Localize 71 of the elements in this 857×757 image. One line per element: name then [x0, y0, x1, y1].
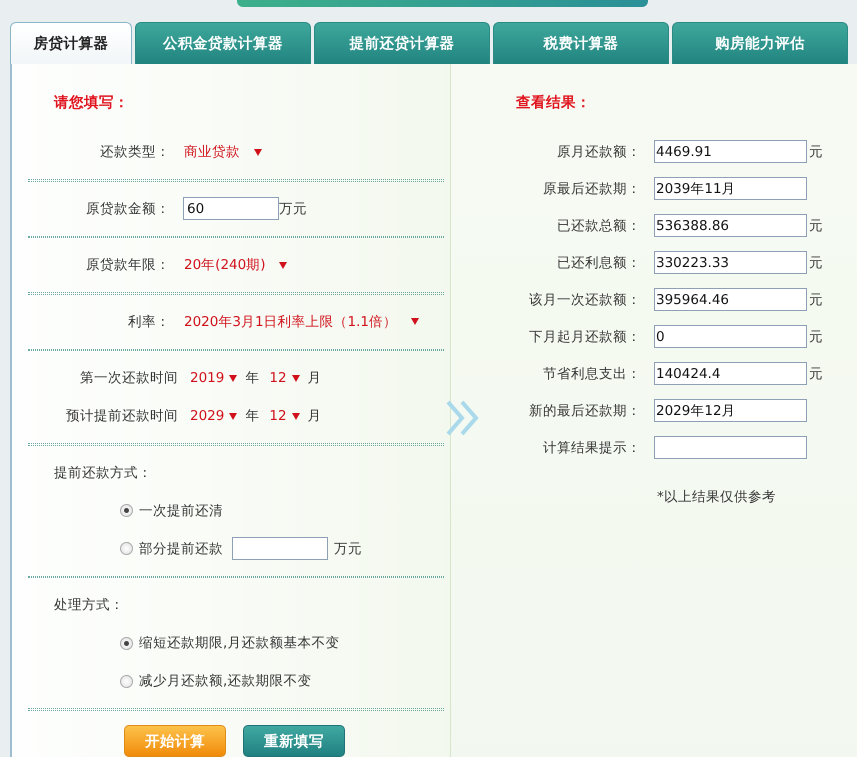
disclaimer-note: *以上结果仅供参考: [657, 488, 777, 506]
tab[interactable]: 购房能力评估: [672, 22, 848, 64]
unit-label: 月: [308, 407, 322, 426]
section-heading: 查看结果：: [516, 94, 592, 113]
unit-label: 万元: [279, 200, 307, 218]
dropdown[interactable]: 20年(240期): [184, 256, 288, 274]
unit-label: 年: [245, 407, 260, 426]
field-label: 还款类型：: [99, 143, 171, 161]
dropdown-arrow-icon[interactable]: [279, 262, 288, 269]
input-field[interactable]: [232, 537, 328, 560]
section-label: 提前还款方式：: [54, 464, 152, 482]
result-field[interactable]: 330223.33: [654, 251, 807, 274]
reset-button[interactable]: 重新填写: [243, 725, 345, 757]
radio-button[interactable]: [120, 674, 133, 688]
result-label: 该月一次还款额：: [528, 290, 642, 308]
dropdown-arrow-icon[interactable]: [411, 318, 420, 326]
dropdown-arrow-icon[interactable]: [229, 412, 238, 420]
result-label: 已还款总额：: [556, 216, 642, 234]
tab[interactable]: 公积金贷款计算器: [135, 22, 311, 64]
unit-label: 元: [809, 290, 823, 308]
unit-label: 元: [809, 328, 823, 346]
option-label: 一次提前还清: [139, 502, 223, 520]
result-field[interactable]: 536388.86: [654, 214, 807, 237]
dropdown[interactable]: 2020年3月1日利率上限（1.1倍）: [184, 312, 420, 331]
result-label: 节省利息支出：: [542, 364, 642, 382]
option-label: 部分提前还款: [139, 540, 223, 558]
dropdown-arrow-icon[interactable]: [292, 374, 300, 382]
year-dropdown[interactable]: 2019: [190, 370, 238, 386]
result-field[interactable]: 4469.91: [654, 140, 807, 163]
year-dropdown[interactable]: 2029: [190, 408, 238, 424]
month-dropdown[interactable]: 12: [269, 408, 300, 424]
dropdown-arrow-icon[interactable]: [229, 374, 238, 382]
unit-label: 月: [308, 369, 322, 388]
dropdown-arrow-icon[interactable]: [254, 148, 262, 156]
result-label: 已还利息额：: [556, 254, 642, 272]
field-label: 预计提前还款时间: [65, 407, 179, 426]
tab[interactable]: 提前还贷计算器: [314, 22, 490, 64]
field-label: 利率：: [127, 312, 171, 331]
input-field[interactable]: 60: [183, 197, 279, 220]
unit-label: 元: [809, 216, 823, 234]
result-field[interactable]: 2029年12月: [654, 399, 807, 422]
result-field[interactable]: 2039年11月: [654, 177, 807, 200]
result-label: 原最后还款期：: [542, 180, 642, 198]
result-label: 原月还款额：: [556, 142, 642, 160]
unit-label: 年: [245, 369, 260, 388]
tab[interactable]: 税费计算器: [493, 22, 669, 64]
unit-label: 元: [809, 254, 823, 272]
result-field[interactable]: 140424.4: [654, 362, 807, 385]
unit-label: 万元: [334, 540, 362, 558]
field-label: 原贷款年限：: [85, 256, 171, 274]
option-label: 缩短还款期限,月还款额基本不变: [139, 634, 340, 652]
tab[interactable]: 房贷计算器: [10, 22, 132, 64]
section-label: 处理方式：: [54, 596, 124, 614]
result-field[interactable]: 395964.46: [654, 288, 807, 311]
radio-button[interactable]: [120, 504, 133, 518]
result-label: 计算结果提示：: [542, 438, 642, 456]
unit-label: 元: [809, 142, 823, 160]
section-heading: 请您填写：: [54, 94, 130, 113]
field-label: 第一次还款时间: [79, 369, 179, 388]
result-label: 新的最后还款期：: [528, 402, 642, 420]
field-label: 原贷款金额：: [85, 200, 171, 218]
result-field[interactable]: [654, 436, 807, 459]
result-label: 下月起月还款额：: [528, 328, 642, 346]
radio-button[interactable]: [120, 542, 133, 556]
dropdown[interactable]: 商业贷款: [184, 143, 262, 161]
month-dropdown[interactable]: 12: [269, 370, 300, 386]
option-label: 减少月还款额,还款期限不变: [139, 672, 312, 690]
result-field[interactable]: 0: [654, 325, 807, 348]
unit-label: 元: [809, 364, 823, 382]
radio-button[interactable]: [120, 636, 133, 650]
dropdown-arrow-icon[interactable]: [292, 412, 300, 420]
